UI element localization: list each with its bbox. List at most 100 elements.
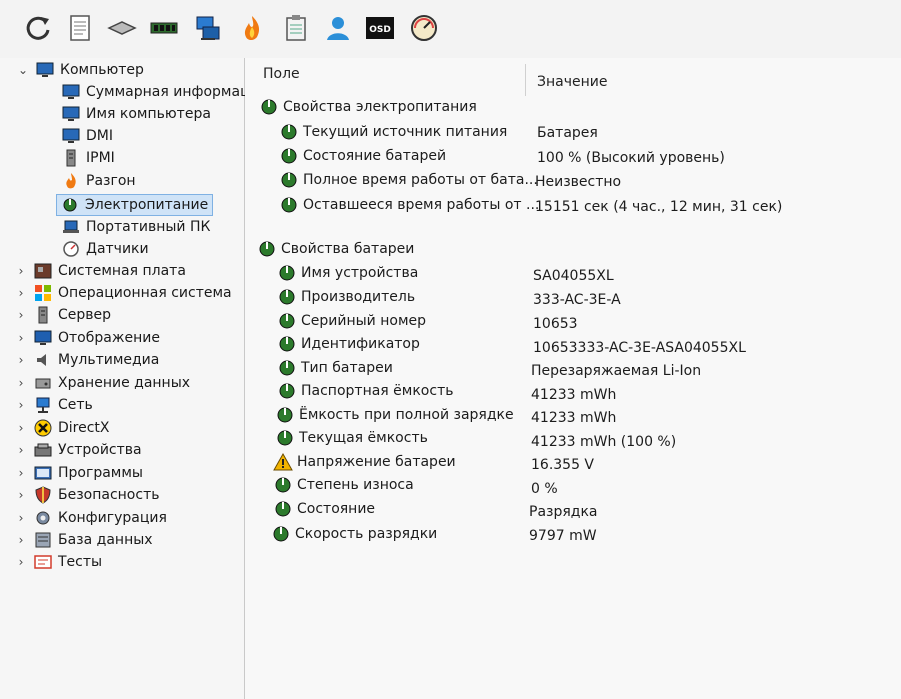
column-separator[interactable] [525, 64, 526, 96]
windows-logo-icon [35, 285, 51, 301]
group-title: Свойства батареи [281, 241, 415, 257]
tree-item-dmi[interactable]: DMI [62, 126, 113, 146]
tree-item-configuration[interactable]: › Конфигурация [14, 508, 167, 528]
table-row[interactable]: Производитель [277, 286, 415, 308]
field-value: 41233 mWh (100 %) [531, 434, 677, 450]
chevron-right-icon[interactable]: › [14, 466, 28, 480]
table-row[interactable]: Ёмкость при полной зарядке [275, 404, 514, 426]
table-row[interactable]: Состояние [273, 498, 375, 520]
report-icon[interactable] [64, 12, 96, 44]
table-row[interactable]: Тип батареи [277, 357, 393, 379]
field-name: Напряжение батареи [297, 454, 456, 470]
chevron-right-icon[interactable]: › [14, 398, 28, 412]
field-value: 41233 mWh [531, 387, 617, 403]
tree-item-devices[interactable]: › Устройства [14, 440, 142, 460]
refresh-icon[interactable] [22, 12, 54, 44]
group-power-properties[interactable]: Свойства электропитания [259, 96, 477, 118]
power-icon [281, 124, 297, 140]
power-icon [277, 407, 293, 423]
column-header-field[interactable]: Поле [263, 66, 300, 92]
field-name: Состояние батарей [303, 148, 447, 164]
tree-item-programs[interactable]: › Программы [14, 463, 143, 483]
tree-item-label: Безопасность [58, 487, 160, 503]
table-row[interactable]: Оставшееся время работы от ... [279, 194, 539, 216]
table-row[interactable]: Текущая ёмкость [275, 427, 428, 449]
tree-item-display[interactable]: › Отображение [14, 328, 160, 348]
field-name: Текущая ёмкость [299, 430, 428, 446]
memory-icon[interactable] [106, 12, 138, 44]
tree-item-multimedia[interactable]: › Мультимедиа [14, 350, 160, 370]
chevron-right-icon[interactable]: › [14, 443, 28, 457]
tree-item-label: Хранение данных [58, 375, 191, 391]
directx-icon [34, 419, 52, 437]
chevron-right-icon[interactable]: › [14, 533, 28, 547]
tree-item-ipmi[interactable]: IPMI [62, 148, 115, 168]
tree-item-label: База данных [58, 532, 153, 548]
table-row[interactable]: Текущий источник питания [279, 121, 507, 143]
tree-item-tests[interactable]: › Тесты [14, 552, 102, 572]
tree-item-sensors[interactable]: Датчики [62, 239, 149, 259]
table-row[interactable]: Напряжение батареи [273, 451, 456, 473]
flame-icon[interactable] [236, 12, 268, 44]
field-value: Перезаряжаемая Li-Ion [531, 363, 702, 379]
tree-item-security[interactable]: › Безопасность [14, 485, 159, 505]
laptop-icon [63, 220, 79, 233]
tree-item-directx[interactable]: › DirectX [14, 418, 110, 438]
tree-item-motherboard[interactable]: › Системная плата [14, 261, 186, 281]
tree-item-summary[interactable]: Суммарная информаци [62, 82, 259, 102]
table-row[interactable]: Полное время работы от бата... [279, 169, 538, 191]
field-value: Неизвестно [535, 174, 622, 190]
tree-item-label: Сервер [58, 307, 112, 323]
tree-item-overclock[interactable]: Разгон [62, 171, 136, 191]
tree-item-computer[interactable]: ⌄ Компьютер [16, 60, 144, 80]
chevron-right-icon[interactable]: › [14, 511, 28, 525]
chevron-right-icon[interactable]: › [14, 264, 28, 278]
tests-icon [34, 555, 52, 569]
field-name: Полное время работы от бата... [303, 172, 538, 188]
tree-item-os[interactable]: › Операционная система [14, 283, 232, 303]
tree-item-computer-name[interactable]: Имя компьютера [62, 104, 211, 124]
gauge-icon[interactable] [408, 12, 440, 44]
network-icon[interactable] [192, 12, 224, 44]
chevron-right-icon[interactable]: › [14, 353, 28, 367]
tree-item-database[interactable]: › База данных [14, 530, 153, 550]
field-value: 15151 сек (4 час., 12 мин, 31 сек) [535, 199, 783, 215]
tree-item-power[interactable]: Электропитание [56, 194, 214, 216]
power-icon [279, 313, 295, 329]
table-row[interactable]: Паспортная ёмкость [277, 380, 453, 402]
tree-item-server[interactable]: › Сервер [14, 305, 111, 325]
table-row[interactable]: Степень износа [273, 474, 414, 496]
field-name: Тип батареи [301, 360, 393, 376]
table-row[interactable]: Идентификатор [277, 333, 420, 355]
table-row[interactable]: Состояние батарей [279, 145, 446, 167]
table-row[interactable]: Скорость разрядки [271, 523, 437, 545]
field-value: Батарея [537, 125, 598, 141]
chevron-right-icon[interactable]: › [14, 421, 28, 435]
tree-item-label: Мультимедиа [58, 352, 160, 368]
tree-item-network[interactable]: › Сеть [14, 395, 93, 415]
chevron-down-icon[interactable]: ⌄ [16, 63, 30, 77]
chevron-right-icon[interactable]: › [14, 331, 28, 345]
table-row[interactable]: Имя устройства [277, 262, 418, 284]
group-battery-properties[interactable]: Свойства батареи [257, 238, 414, 260]
ram-module-icon[interactable] [148, 12, 180, 44]
tree-item-label: Разгон [86, 173, 136, 189]
field-value: 333-AC-3E-A [533, 292, 621, 308]
chevron-right-icon[interactable]: › [14, 488, 28, 502]
tree-item-label: Портативный ПК [86, 219, 211, 235]
computer-icon [36, 62, 54, 77]
tree-item-label: Имя компьютера [86, 106, 211, 122]
chevron-right-icon[interactable]: › [14, 286, 28, 300]
table-row[interactable]: Серийный номер [277, 310, 426, 332]
osd-icon[interactable]: OSD [364, 12, 396, 44]
server-icon [66, 149, 76, 167]
chevron-right-icon[interactable]: › [14, 308, 28, 322]
column-header-value[interactable]: Значение [537, 74, 607, 100]
tree-item-portable[interactable]: Портативный ПК [62, 217, 210, 237]
clipboard-icon[interactable] [280, 12, 312, 44]
chevron-right-icon[interactable]: › [14, 555, 28, 569]
power-icon [277, 430, 293, 446]
chevron-right-icon[interactable]: › [14, 376, 28, 390]
user-icon[interactable] [322, 12, 354, 44]
tree-item-storage[interactable]: › Хранение данных [14, 373, 190, 393]
